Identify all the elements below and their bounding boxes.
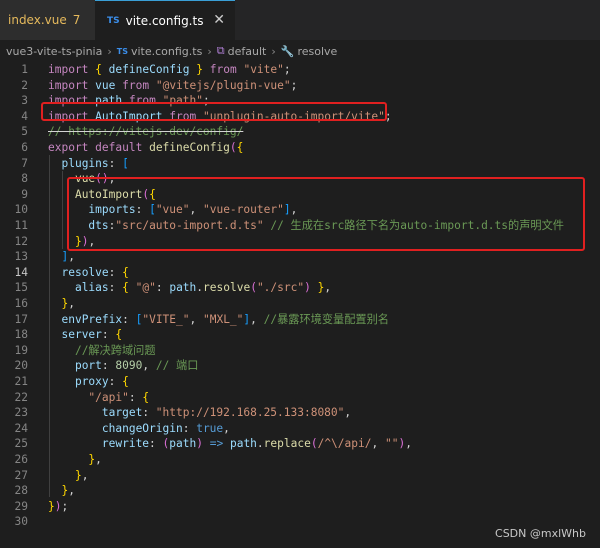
code-line[interactable]: 7 plugins: [: [0, 156, 600, 172]
annotation-box-autoimport-import: [41, 102, 387, 121]
code-text: resolve: {: [61, 265, 129, 279]
ts-file-icon: TS: [107, 15, 120, 26]
code-line[interactable]: 29});: [0, 499, 600, 515]
problem-count-badge: 7: [72, 13, 81, 27]
line-number: 11: [14, 219, 28, 232]
code-line[interactable]: 26 },: [0, 452, 600, 468]
code-line[interactable]: 21 proxy: {: [0, 374, 600, 390]
line-number: 22: [14, 390, 28, 404]
tab-index-vue[interactable]: index.vue 7: [0, 0, 95, 40]
code-text: },: [61, 484, 75, 498]
code-text: changeOrigin: true,: [101, 421, 230, 435]
code-text: },: [88, 453, 102, 466]
code-text: envPrefix: ["VITE_", "MXL_"], //暴露环境变量配置…: [61, 312, 389, 326]
line-number: 9: [21, 187, 28, 201]
line-number: 7: [21, 156, 28, 170]
breadcrumb: vue3-vite-ts-pinia › TS vite.config.ts ›…: [0, 40, 600, 62]
line-number: 13: [14, 250, 28, 264]
ts-file-icon: TS: [116, 46, 128, 56]
line-number: 3: [21, 94, 28, 108]
code-text: target: "http://192.168.25.133:8080",: [101, 406, 352, 420]
code-line[interactable]: 6 export default defineConfig({: [0, 140, 600, 156]
line-number: 27: [14, 468, 28, 482]
breadcrumb-file[interactable]: vite.config.ts: [131, 45, 202, 58]
code-text: import { defineConfig } from "vite";: [48, 63, 291, 76]
annotation-box-autoimport-plugin: [67, 177, 585, 251]
line-number: 18: [14, 328, 28, 342]
line-number: 16: [14, 297, 28, 310]
line-number: 6: [21, 141, 28, 154]
watermark: CSDN @mxlWhb: [495, 527, 586, 540]
tab-label: index.vue: [8, 13, 67, 27]
tab-label: vite.config.ts: [125, 13, 204, 28]
code-line[interactable]: 14 resolve: {: [0, 265, 600, 281]
code-text: },: [74, 468, 89, 482]
line-number: 19: [14, 343, 28, 357]
code-text: alias: { "@": path.resolve("./src") },: [74, 281, 332, 295]
line-number: 30: [14, 515, 28, 529]
breadcrumb-symbol[interactable]: resolve: [297, 45, 337, 58]
line-number: 29: [14, 499, 28, 513]
line-number: 28: [14, 484, 28, 498]
code-line[interactable]: 2 import vue from "@vitejs/plugin-vue";: [0, 78, 600, 94]
code-text: port: 8090, // 端口: [74, 359, 199, 373]
line-number: 14: [14, 265, 28, 279]
line-number: 17: [14, 312, 28, 326]
code-text: export default defineConfig({: [48, 141, 244, 154]
code-line[interactable]: 28 },: [0, 483, 600, 499]
code-line[interactable]: 24 changeOrigin: true,: [0, 421, 600, 437]
line-number: 26: [14, 453, 28, 466]
line-number: 4: [21, 109, 28, 123]
code-text: rewrite: (path) => path.replace(/^\/api/…: [101, 437, 412, 451]
line-number: 12: [14, 234, 28, 248]
code-text: "/api": {: [88, 390, 150, 404]
code-text: import vue from "@vitejs/plugin-vue";: [48, 78, 298, 92]
code-text: },: [61, 297, 75, 310]
module-icon: ⧉: [216, 44, 225, 57]
code-line[interactable]: 25 rewrite: (path) => path.replace(/^\/a…: [0, 436, 600, 452]
code-line[interactable]: 17 envPrefix: ["VITE_", "MXL_"], //暴露环境变…: [0, 312, 600, 328]
line-number: 23: [14, 406, 28, 420]
code-text: });: [48, 499, 69, 513]
chevron-right-icon: ›: [271, 44, 276, 58]
breadcrumb-export[interactable]: default: [228, 45, 267, 58]
line-number: 10: [14, 203, 28, 217]
code-line[interactable]: 5 // https://vitejs.dev/config/: [0, 124, 600, 140]
line-number: 2: [21, 78, 28, 92]
code-line[interactable]: 15 alias: { "@": path.resolve("./src") }…: [0, 280, 600, 296]
line-number: 5: [21, 125, 28, 139]
code-line[interactable]: 13 ],: [0, 249, 600, 265]
close-icon[interactable]: ✕: [213, 12, 225, 28]
chevron-right-icon: ›: [107, 44, 112, 58]
code-text: // https://vitejs.dev/config/: [48, 125, 244, 139]
line-number: 15: [14, 281, 28, 295]
wrench-icon: 🔧: [280, 44, 295, 58]
code-text: ],: [61, 250, 75, 264]
chevron-right-icon: ›: [207, 44, 212, 58]
code-line[interactable]: 16 },: [0, 296, 600, 312]
breadcrumb-project[interactable]: vue3-vite-ts-pinia: [6, 45, 102, 58]
line-number: 20: [14, 359, 28, 373]
tab-vite-config[interactable]: TS vite.config.ts ✕: [95, 0, 235, 40]
line-number: 25: [14, 437, 28, 451]
code-line[interactable]: 18 server: {: [0, 327, 600, 343]
code-line[interactable]: 19 //解决跨域问题: [0, 343, 600, 359]
code-text: server: {: [61, 328, 123, 342]
code-editor[interactable]: 1 import { defineConfig } from "vite"; 2 im…: [0, 62, 600, 548]
tab-bar: index.vue 7 TS vite.config.ts ✕: [0, 0, 600, 40]
code-text: proxy: {: [74, 375, 129, 388]
line-number: 24: [14, 421, 28, 435]
line-number: 1: [21, 63, 28, 76]
code-line[interactable]: 22 "/api": {: [0, 390, 600, 406]
code-text: //解决跨域问题: [74, 343, 156, 357]
code-line[interactable]: 23 target: "http://192.168.25.133:8080",: [0, 405, 600, 421]
code-line[interactable]: 20 port: 8090, // 端口: [0, 358, 600, 374]
code-line[interactable]: 1 import { defineConfig } from "vite";: [0, 62, 600, 78]
code-text: plugins: [: [61, 156, 129, 170]
line-number: 21: [14, 375, 28, 388]
line-number: 8: [21, 172, 28, 186]
code-line[interactable]: 27 },: [0, 468, 600, 484]
